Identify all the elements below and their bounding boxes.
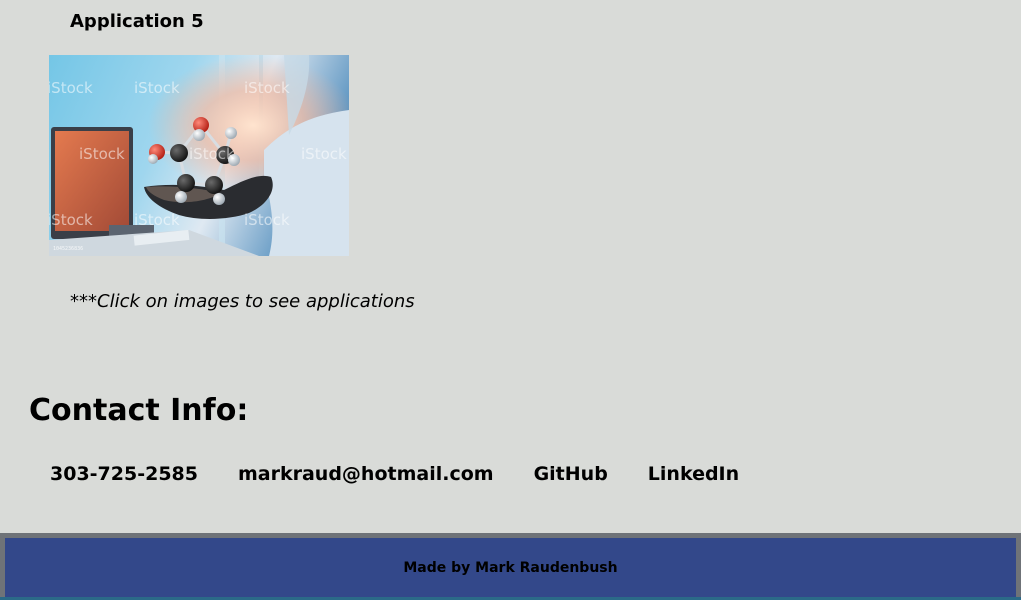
stock-code-label: 1045236836 xyxy=(53,246,83,252)
applications-note: ***Click on images to see applications xyxy=(70,291,415,312)
phone-number: 303-725-2585 xyxy=(50,463,198,485)
watermark-text: iStock xyxy=(79,145,125,163)
footer: Made by Mark Raudenbush xyxy=(0,533,1021,600)
watermark-text: iStock xyxy=(189,145,235,163)
application-image-link[interactable]: iStock iStock iStock iStock iStock iStoc… xyxy=(49,55,349,256)
molecule-in-hand-image: iStock iStock iStock iStock iStock iStoc… xyxy=(49,55,349,256)
linkedin-link[interactable]: LinkedIn xyxy=(648,462,739,486)
github-link[interactable]: GitHub xyxy=(534,462,608,486)
application-title: Application 5 xyxy=(70,11,204,32)
footer-panel: Made by Mark Raudenbush xyxy=(5,538,1016,597)
watermark-text: iStock xyxy=(301,145,347,163)
email-link[interactable]: markraud@hotmail.com xyxy=(238,462,494,486)
watermark-text: iStock xyxy=(49,79,93,97)
watermark-text: iStock xyxy=(49,211,93,229)
watermark-text: iStock xyxy=(244,211,290,229)
contact-heading: Contact Info: xyxy=(29,393,249,428)
footer-credit: Made by Mark Raudenbush xyxy=(403,559,618,576)
watermark-text: iStock xyxy=(134,211,180,229)
contact-list: 303-725-2585 markraud@hotmail.com GitHub… xyxy=(50,462,779,486)
watermark-text: iStock xyxy=(134,79,180,97)
watermark-text: iStock xyxy=(244,79,290,97)
